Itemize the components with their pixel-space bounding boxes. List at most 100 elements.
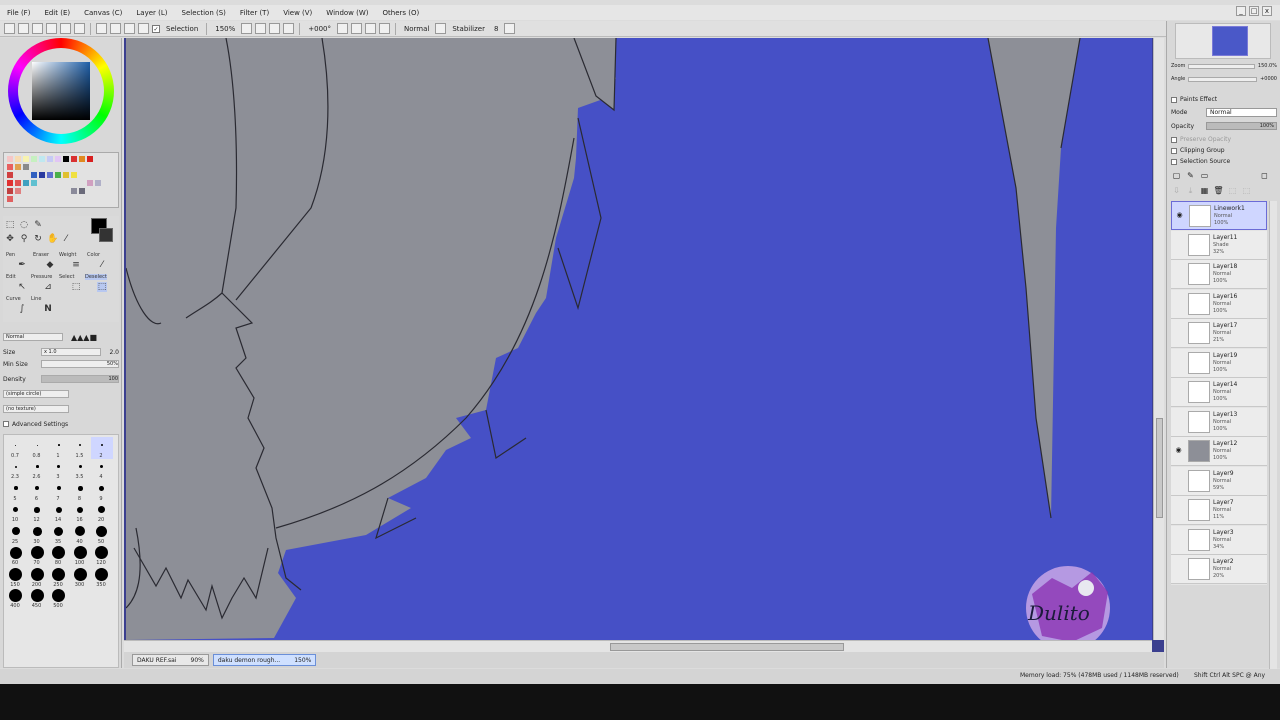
eye-hidden-icon[interactable] bbox=[1174, 564, 1183, 572]
swatch[interactable] bbox=[23, 156, 29, 162]
swatch[interactable] bbox=[47, 156, 53, 162]
tab-daku-demon-rough[interactable]: daku demon rough... 150% bbox=[212, 654, 317, 666]
menu-others[interactable]: Others (O) bbox=[376, 9, 427, 17]
eye-hidden-icon[interactable] bbox=[1174, 476, 1183, 484]
brush-preset[interactable]: 40 bbox=[70, 523, 92, 545]
brush-preset[interactable]: 0.7 bbox=[5, 437, 27, 459]
lasso-icon[interactable]: ◌ bbox=[19, 220, 29, 230]
angle-select[interactable]: +000° bbox=[305, 25, 334, 33]
brush-preset[interactable]: 35 bbox=[48, 523, 70, 545]
zoom-reset-icon[interactable] bbox=[269, 23, 281, 34]
marquee-icon[interactable]: ⬚ bbox=[5, 220, 15, 230]
swatch[interactable] bbox=[71, 188, 77, 194]
layer-option-icon[interactable]: ⬚ bbox=[1241, 186, 1252, 197]
layer-row[interactable]: ◉ Layer12 Normal 100% bbox=[1171, 437, 1267, 466]
menu-selection[interactable]: Selection (S) bbox=[175, 9, 233, 17]
brush-preset[interactable]: 300 bbox=[70, 566, 92, 588]
swatch[interactable] bbox=[7, 180, 13, 186]
panel-menu-icon[interactable]: ◻ bbox=[1259, 171, 1270, 182]
swatch[interactable] bbox=[55, 172, 61, 178]
swatch[interactable] bbox=[7, 188, 13, 194]
move-icon[interactable]: ✥ bbox=[5, 234, 15, 244]
swatch[interactable] bbox=[15, 180, 21, 186]
horizontal-scroll-thumb[interactable] bbox=[610, 643, 844, 651]
brush-preset[interactable]: 80 bbox=[48, 545, 70, 566]
invert-selection-icon[interactable] bbox=[138, 23, 149, 34]
brush-preset[interactable]: 12 bbox=[27, 502, 49, 523]
weight-tool-icon[interactable]: ≡ bbox=[71, 260, 81, 270]
paints-effect-row[interactable]: Paints Effect bbox=[1171, 96, 1277, 103]
menu-canvas[interactable]: Canvas (C) bbox=[77, 9, 129, 17]
saturation-value-square[interactable] bbox=[32, 62, 90, 120]
eye-hidden-icon[interactable] bbox=[1174, 417, 1183, 425]
layer-row[interactable]: Layer17 Normal 21% bbox=[1171, 319, 1267, 348]
brush-preset[interactable]: 500 bbox=[48, 588, 70, 609]
color-wheel[interactable] bbox=[8, 38, 114, 144]
layer-row[interactable]: Layer19 Normal 100% bbox=[1171, 348, 1267, 378]
undo-icon[interactable] bbox=[96, 23, 107, 34]
zoom-icon[interactable]: ⚲ bbox=[19, 234, 29, 244]
layer-row[interactable]: ◉ Linework1 Normal 100% bbox=[1171, 201, 1267, 230]
brush-preset[interactable]: 1.5 bbox=[70, 437, 92, 459]
curve-tool-icon[interactable]: ∫ bbox=[17, 304, 27, 314]
brush-preset[interactable]: 25 bbox=[5, 523, 27, 545]
eye-hidden-icon[interactable] bbox=[1174, 240, 1183, 248]
stabilizer-value[interactable]: 8 bbox=[491, 25, 501, 33]
swatch[interactable] bbox=[7, 156, 13, 162]
brush-preset[interactable]: 3 bbox=[48, 459, 70, 480]
pressure-tool-icon[interactable]: ⊿ bbox=[43, 282, 53, 292]
swatch[interactable] bbox=[7, 164, 13, 170]
maximize-button[interactable]: □ bbox=[1249, 6, 1259, 16]
brush-preset[interactable]: 200 bbox=[27, 566, 49, 588]
swatch[interactable] bbox=[95, 180, 101, 186]
brush-preset[interactable]: 3.5 bbox=[70, 459, 92, 480]
tab-daku-ref[interactable]: DAKU REF.sai 90% bbox=[132, 654, 209, 666]
swatch[interactable] bbox=[63, 156, 69, 162]
brush-preset[interactable]: 14 bbox=[48, 502, 70, 523]
swatch[interactable] bbox=[55, 156, 61, 162]
grid-icon[interactable] bbox=[32, 23, 43, 34]
swatch[interactable] bbox=[87, 180, 93, 186]
eye-hidden-icon[interactable] bbox=[1174, 299, 1183, 307]
nav-angle-slider[interactable] bbox=[1188, 76, 1258, 82]
brush-preset[interactable]: 50 bbox=[91, 523, 113, 545]
blend-mode-select[interactable]: Normal bbox=[401, 25, 432, 33]
zoom-fit-icon[interactable] bbox=[283, 23, 295, 34]
eye-icon[interactable]: ◉ bbox=[1174, 446, 1183, 454]
bars-icon[interactable] bbox=[60, 23, 71, 34]
new-layer-icon[interactable]: ▢ bbox=[1171, 171, 1182, 182]
swatch[interactable] bbox=[23, 180, 29, 186]
layer-row[interactable]: Layer7 Normal 11% bbox=[1171, 496, 1267, 525]
zoom-select[interactable]: 150% bbox=[212, 25, 238, 33]
brush-preset[interactable]: 30 bbox=[27, 523, 49, 545]
eye-hidden-icon[interactable] bbox=[1174, 505, 1183, 513]
brush-preset[interactable]: 20 bbox=[91, 502, 113, 523]
clipping-group-checkbox[interactable] bbox=[1171, 147, 1177, 154]
brush-preset[interactable]: 100 bbox=[70, 545, 92, 566]
clear-layer-icon[interactable]: ▦ bbox=[1199, 186, 1210, 197]
layer-row[interactable]: Layer9 Normal 59% bbox=[1171, 466, 1267, 496]
eyedropper-icon[interactable]: ⁄ bbox=[61, 234, 71, 244]
swatch[interactable] bbox=[15, 164, 21, 170]
panel-icon[interactable] bbox=[46, 23, 57, 34]
swatch[interactable] bbox=[79, 156, 85, 162]
swatch[interactable] bbox=[71, 156, 77, 162]
brush-preset[interactable]: 16 bbox=[70, 502, 92, 523]
swatch[interactable] bbox=[7, 172, 13, 178]
zoom-in-icon[interactable] bbox=[255, 23, 267, 34]
drawing-canvas[interactable]: Dulito bbox=[126, 38, 1152, 640]
brush-preset[interactable]: 9 bbox=[91, 480, 113, 502]
merge-down-icon[interactable]: ⤓ bbox=[1185, 186, 1196, 197]
advanced-settings-row[interactable]: Advanced Settings bbox=[3, 419, 119, 429]
rotate-reset-icon[interactable] bbox=[365, 23, 377, 34]
minimize-button[interactable]: _ bbox=[1236, 6, 1246, 16]
brush-preset[interactable]: 70 bbox=[27, 545, 49, 566]
layer-row[interactable]: Layer2 Normal 20% bbox=[1171, 555, 1267, 584]
select-tool-icon[interactable]: ⬚ bbox=[71, 282, 81, 292]
swatch[interactable] bbox=[47, 172, 53, 178]
layer-row[interactable]: Layer11 Shade 32% bbox=[1171, 230, 1267, 260]
menu-window[interactable]: Window (W) bbox=[319, 9, 375, 17]
menu-file[interactable]: File (F) bbox=[0, 9, 37, 17]
navigator[interactable] bbox=[1175, 23, 1271, 59]
density-slider[interactable]: 100 bbox=[41, 375, 119, 383]
